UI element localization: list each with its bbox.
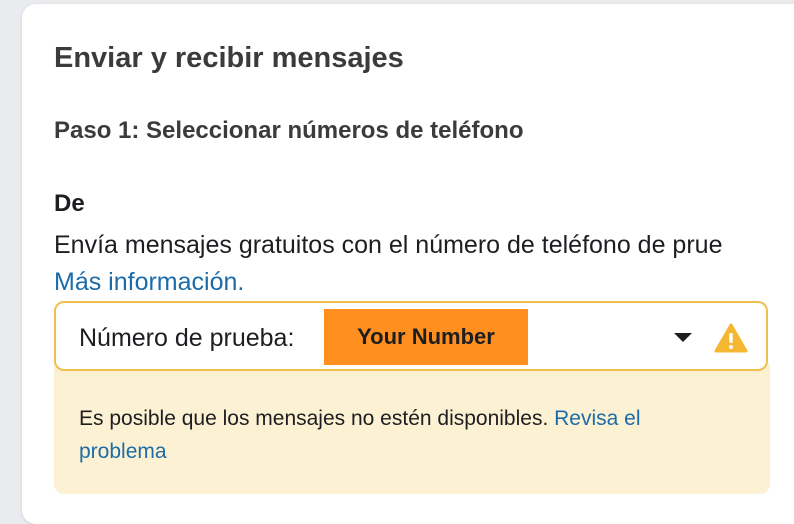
availability-alert: Es posible que los mensajes no estén dis…: [54, 364, 770, 494]
more-info-link[interactable]: Más información.: [54, 268, 244, 297]
test-number-label: Número de prueba:: [79, 324, 295, 352]
whatsapp-setup-card: Enviar y recibir mensajes Paso 1: Selecc…: [22, 4, 794, 524]
section-title: Enviar y recibir mensajes: [54, 42, 404, 74]
test-number-select[interactable]: Número de prueba: Your Number: [54, 301, 768, 371]
caret-down-icon[interactable]: [674, 333, 692, 342]
alert-message: Es posible que los mensajes no estén dis…: [79, 407, 549, 430]
step-title: Paso 1: Seleccionar números de teléfono: [54, 117, 524, 144]
selected-number: Your Number: [324, 309, 528, 365]
warning-icon: [714, 323, 748, 353]
from-description: Envía mensajes gratuitos con el número d…: [54, 231, 723, 259]
alert-text: Es posible que los mensajes no estén dis…: [79, 402, 730, 468]
from-label: De: [54, 190, 85, 217]
